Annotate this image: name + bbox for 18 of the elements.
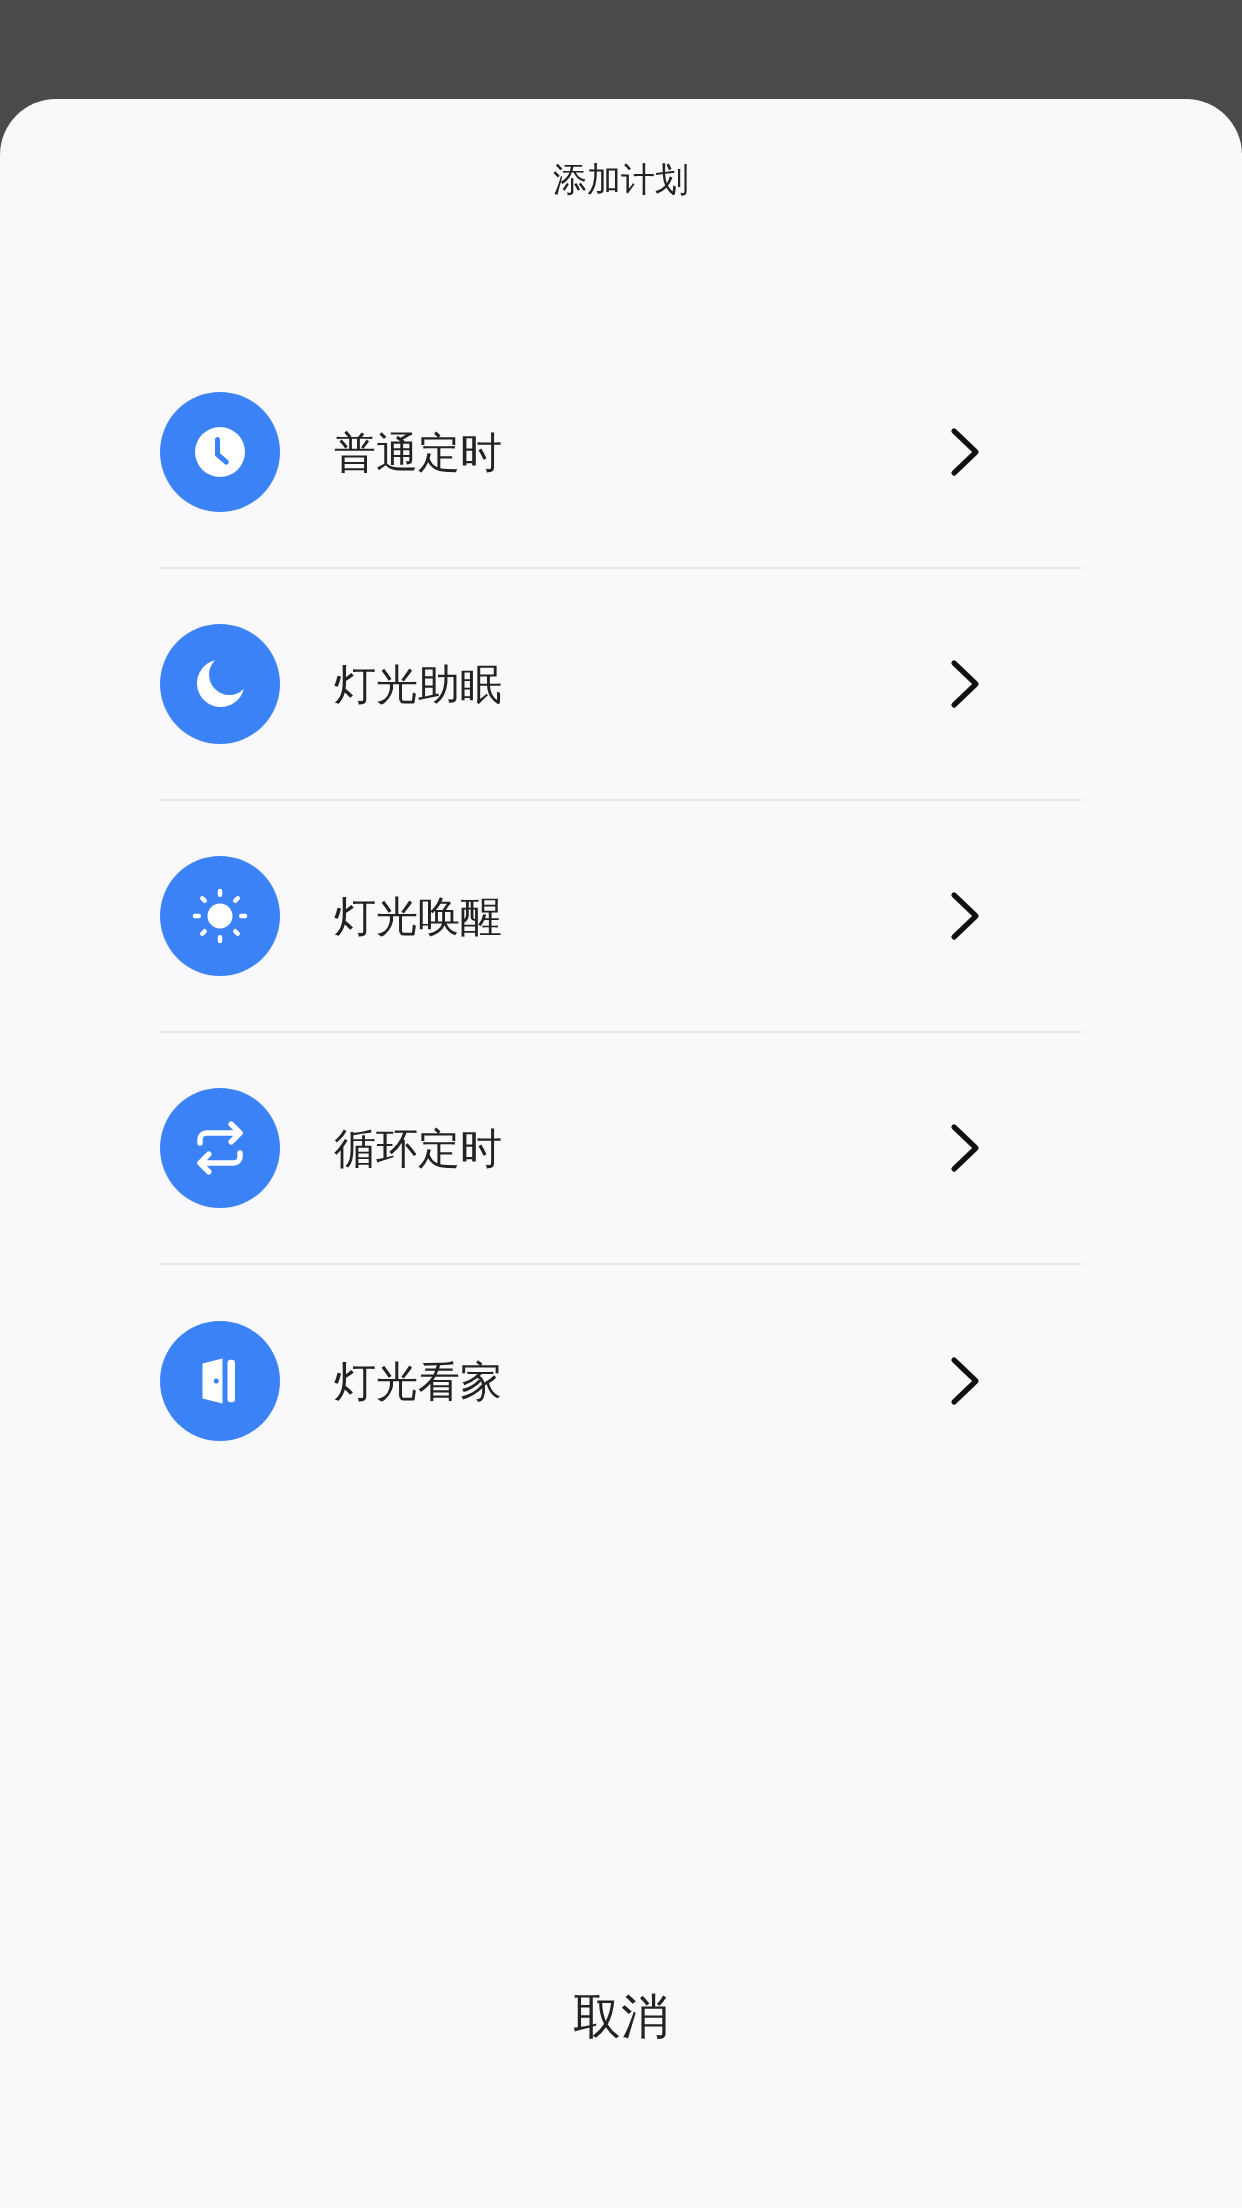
sun-icon [190,886,250,946]
plan-option[interactable]: 普通定时 [160,337,1082,569]
chevron-right-icon [948,1356,982,1406]
chevron-right-icon [948,1123,982,1173]
option-label: 循环定时 [334,1122,503,1175]
cancel-button[interactable]: 取消 [557,1986,685,2046]
option-label: 灯光唤醒 [334,890,503,943]
plan-option[interactable]: 灯光看家 [160,1265,1082,1497]
chevron-right-icon [948,891,982,941]
plan-option[interactable]: 灯光唤醒 [160,801,1082,1033]
option-label: 普通定时 [334,426,503,479]
option-label: 灯光看家 [334,1355,503,1408]
plan-option[interactable]: 循环定时 [160,1033,1082,1265]
option-label: 灯光助眠 [334,658,503,711]
plan-option[interactable]: 灯光助眠 [160,569,1082,801]
chevron-right-icon [948,659,982,709]
sheet-title: 添加计划 [553,158,689,201]
chevron-right-icon [948,427,982,477]
